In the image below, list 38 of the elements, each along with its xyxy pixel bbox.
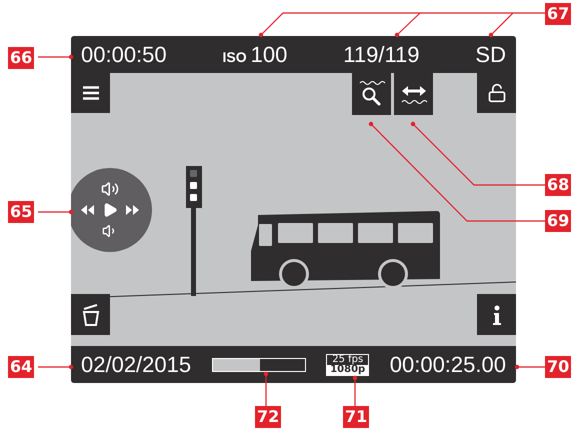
callout-number: 67 bbox=[545, 3, 572, 25]
recording-date: 02/02/2015 bbox=[81, 352, 192, 378]
callout-number: 68 bbox=[545, 174, 572, 196]
callout-number: 71 bbox=[343, 406, 370, 428]
zoom-button[interactable] bbox=[352, 73, 391, 115]
delete-button[interactable] bbox=[71, 294, 110, 335]
iso-label: ISO bbox=[222, 48, 247, 64]
callout-number: 70 bbox=[545, 356, 572, 378]
callout-number: 66 bbox=[8, 47, 34, 69]
info-button[interactable] bbox=[477, 294, 516, 335]
callout-number: 64 bbox=[8, 356, 34, 378]
lock-button[interactable] bbox=[477, 73, 516, 113]
leader-line bbox=[264, 372, 268, 406]
iso-value: 100 bbox=[250, 42, 288, 68]
resolution-label: 1080p bbox=[327, 364, 368, 374]
menu-button[interactable] bbox=[71, 73, 110, 113]
storage-label: SD bbox=[475, 42, 506, 68]
callout-number: 72 bbox=[255, 406, 282, 428]
frame-count: 119/119 bbox=[343, 42, 420, 68]
callout-number: 69 bbox=[545, 210, 572, 232]
volume-up-icon[interactable] bbox=[100, 180, 119, 198]
leader-line bbox=[38, 54, 74, 60]
fast-forward-icon[interactable] bbox=[126, 204, 140, 215]
leader-line bbox=[38, 364, 74, 370]
pan-button[interactable] bbox=[394, 73, 433, 115]
rewind-icon[interactable] bbox=[80, 204, 94, 215]
leader-line bbox=[514, 364, 545, 370]
elapsed-timecode: 00:00:25.00 bbox=[390, 352, 506, 378]
trash-icon bbox=[82, 304, 100, 326]
recording-time: 00:00:50 bbox=[81, 42, 167, 68]
leader-line bbox=[352, 376, 358, 406]
frame-rate-label: 25 fps bbox=[330, 354, 366, 364]
play-icon[interactable] bbox=[102, 202, 118, 218]
padlock-icon bbox=[486, 83, 506, 103]
info-icon bbox=[492, 304, 500, 324]
leader-line bbox=[38, 210, 74, 214]
callout-number: 65 bbox=[8, 201, 34, 223]
menu-icon bbox=[82, 86, 98, 100]
